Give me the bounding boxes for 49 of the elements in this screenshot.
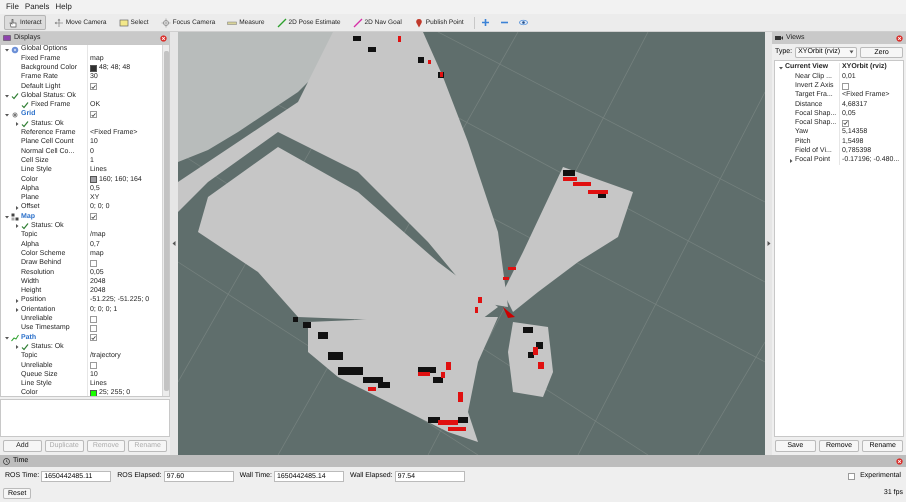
checkbox[interactable] [90,334,97,342]
monitor-icon [3,34,11,42]
menu-item[interactable]: File [6,1,19,13]
clock-icon [3,458,10,464]
camera-icon [775,35,783,41]
expanded-caret-icon[interactable] [3,213,11,221]
checkbox[interactable] [90,362,97,370]
collapsed-caret-icon[interactable] [13,296,21,305]
close-icon[interactable] [896,34,903,42]
collapsed-caret-icon[interactable] [13,222,21,230]
checkbox[interactable] [842,82,849,90]
collapsed-caret-icon[interactable] [13,343,21,352]
gear-icon [11,46,19,54]
check-icon [21,222,29,230]
collapsed-caret-icon[interactable] [787,156,795,165]
map-icon [11,213,19,221]
close-icon[interactable] [160,34,167,42]
close-icon[interactable] [896,458,903,464]
path-icon [11,334,19,342]
collapsed-caret-icon[interactable] [13,120,21,128]
eye-icon[interactable] [518,18,528,27]
color-swatch[interactable] [90,64,97,72]
move-arrows-icon [54,18,64,28]
checkbox[interactable] [842,120,849,127]
hand-icon [8,18,18,28]
plus-icon[interactable] [480,18,490,27]
map-pin-icon [414,18,424,28]
checkbox[interactable] [90,83,97,90]
checkbox[interactable] [848,472,856,480]
checkbox[interactable] [90,325,97,332]
menu-item[interactable]: Panels [24,1,50,13]
collapsed-caret-icon[interactable] [13,306,21,314]
checkbox[interactable] [90,213,97,220]
square-icon [118,18,129,28]
collapsed-caret-icon[interactable] [13,204,21,212]
grid-icon [11,110,19,119]
check-icon [21,343,29,352]
color-swatch[interactable] [90,176,97,184]
checkbox[interactable] [90,316,97,323]
checkbox[interactable] [90,111,97,118]
scrollbar[interactable] [162,45,169,396]
checkbox[interactable] [90,260,97,267]
color-swatch[interactable] [90,390,97,396]
crosshair-icon [160,18,171,28]
collapse-left-icon[interactable] [172,241,176,246]
menu-item[interactable]: Help [55,1,72,13]
dropdown-caret-icon [849,50,854,54]
check-icon [21,120,29,128]
map-drawing[interactable] [178,32,765,455]
